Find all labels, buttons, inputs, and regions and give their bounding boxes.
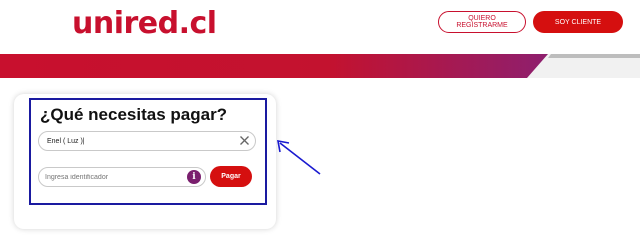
- annotation-arrow-icon: [277, 140, 321, 175]
- pay-button[interactable]: Pagar: [210, 166, 252, 187]
- close-icon[interactable]: [239, 135, 250, 146]
- client-login-button[interactable]: SOY CLIENTE: [533, 11, 623, 33]
- service-search-input[interactable]: Enel ( Luz )|: [38, 131, 256, 151]
- header-banner: [0, 54, 640, 78]
- identifier-input[interactable]: [38, 167, 206, 187]
- unired-logo[interactable]: unired.cl: [72, 6, 217, 41]
- register-button[interactable]: QUIERO REGISTRARME: [438, 11, 526, 33]
- info-icon[interactable]: i: [187, 170, 201, 184]
- page-title: ¿Qué necesitas pagar?: [40, 105, 228, 124]
